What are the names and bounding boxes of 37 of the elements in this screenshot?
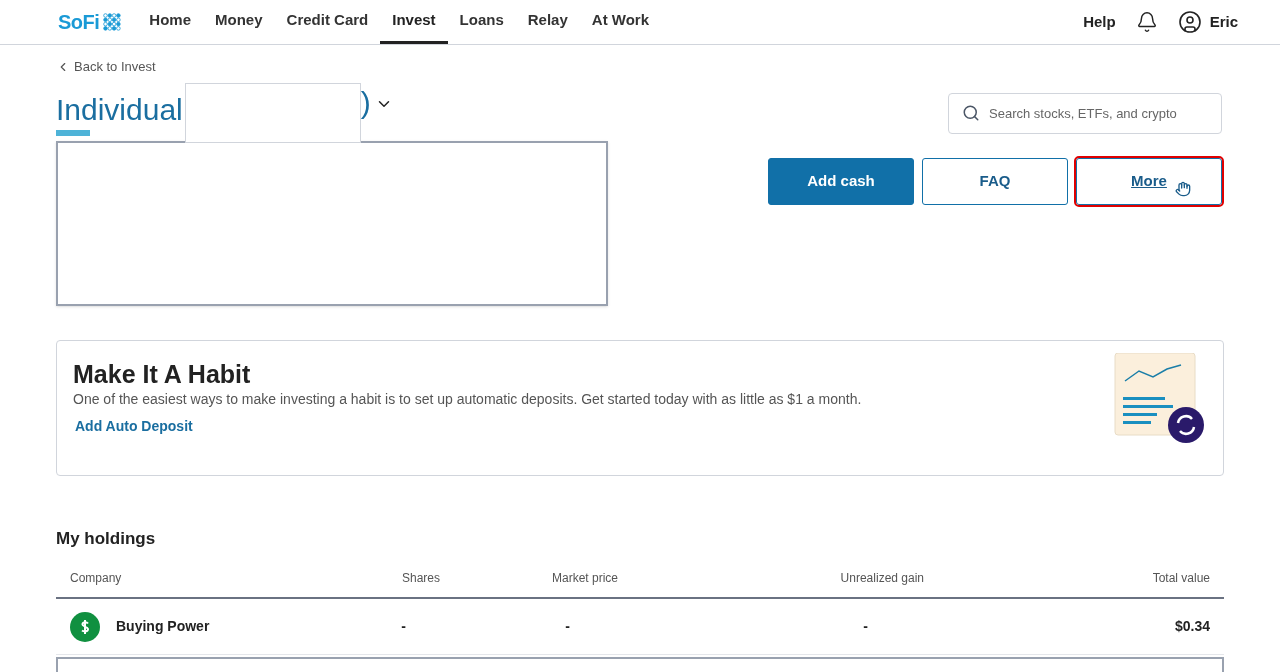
notifications-icon[interactable]	[1135, 11, 1158, 33]
dollar-icon	[70, 611, 100, 642]
nav-tab[interactable]: Money	[203, 0, 275, 44]
nav-tab[interactable]: At Work	[579, 0, 662, 44]
action-button[interactable]: More	[1076, 158, 1222, 205]
table-cell-text: Buying Power	[116, 617, 210, 636]
pointer-cursor-icon	[1175, 181, 1191, 197]
column-header: Shares	[400, 570, 440, 587]
card-description: One of the easiest ways to make investing a habit is to set up automatic deposits. Get started today with as little as $1 a month.	[73, 389, 862, 409]
back-link[interactable]: Back to Invest	[74, 57, 156, 77]
table-cell-text: -	[862, 617, 869, 636]
action-button[interactable]: Add cash	[768, 158, 914, 205]
table-cell-text: -	[400, 617, 407, 636]
card-title: Make It A Habit	[73, 358, 252, 389]
dots-logo-icon	[103, 13, 122, 31]
nav-tab[interactable]: Invest	[380, 0, 448, 44]
help-link[interactable]: Help	[1083, 10, 1116, 34]
account-title[interactable]: Individual	[56, 91, 183, 128]
user-avatar-icon[interactable]	[1177, 10, 1202, 34]
table-cell-text: $0.34	[1173, 617, 1210, 636]
nav-tab[interactable]: Credit Card	[274, 0, 381, 44]
column-header: Unrealized gain	[839, 570, 925, 587]
column-header: Company	[70, 570, 123, 587]
title-underline	[56, 129, 90, 136]
nav-tab[interactable]: Loans	[447, 0, 516, 44]
table-cell-text: -	[564, 617, 571, 636]
add-auto-deposit-link[interactable]: Add Auto Deposit	[75, 415, 862, 437]
column-header: Market price	[550, 570, 619, 587]
action-button[interactable]: FAQ	[922, 158, 1068, 205]
nav-tab[interactable]: Relay	[515, 0, 580, 44]
nav-tab[interactable]: Home	[137, 0, 204, 44]
search-icon	[962, 104, 980, 122]
holdings-title: My holdings	[56, 527, 157, 550]
account-title-end: )	[360, 84, 371, 121]
user-name[interactable]: Eric	[1209, 10, 1238, 34]
column-header: Total value	[1151, 570, 1210, 587]
search-field[interactable]: Search stocks, ETFs, and crypto	[948, 93, 1222, 134]
